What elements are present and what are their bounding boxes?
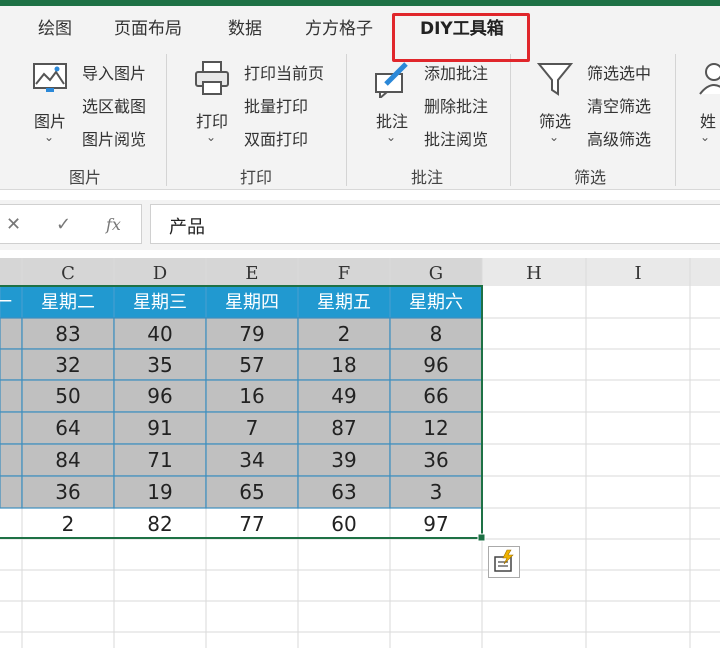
picture-browse-button[interactable]: 图片阅览 (82, 126, 146, 150)
group-divider (510, 54, 511, 186)
clear-filter-button[interactable]: 清空筛选 (587, 93, 651, 117)
duplex-print-button[interactable]: 双面打印 (244, 126, 308, 150)
chevron-down-icon: ⌄ (44, 130, 55, 144)
comment-button[interactable]: 批注 ⌄ (362, 56, 422, 148)
chevron-down-icon: ⌄ (700, 130, 711, 144)
print-button-label: 打印 (195, 112, 228, 131)
import-picture-button[interactable]: 导入图片 (82, 60, 146, 84)
chevron-down-icon: ⌄ (206, 130, 217, 144)
add-comment-button[interactable]: 添加批注 (424, 60, 488, 84)
filter-selected-button[interactable]: 筛选选中 (587, 60, 651, 84)
tab-page-layout[interactable]: 页面布局 (114, 14, 182, 39)
selection-layer (0, 285, 486, 542)
group-divider (166, 54, 167, 186)
comment-browse-button[interactable]: 批注阅览 (424, 126, 488, 150)
comment-button-label: 批注 (375, 112, 408, 131)
group-label-comment: 批注 (411, 168, 444, 187)
name-button[interactable]: 姓 ⌄ (690, 56, 720, 148)
picture-icon (33, 63, 67, 92)
group-label-picture: 图片 (69, 168, 102, 187)
cancel-icon[interactable]: ✕ (6, 214, 21, 235)
print-button[interactable]: 打印 ⌄ (182, 56, 242, 148)
ribbon-tabs: 绘图 页面布局 数据 方方格子 DIY工具箱 (0, 6, 720, 49)
tab-fangfang-gezi[interactable]: 方方格子 (305, 14, 373, 39)
group-label-print: 打印 (240, 168, 273, 187)
spreadsheet-grid[interactable]: C D E F G H I 一星期二 星期三 星期四 星期五 星期六 83 40 79 2 8 32 35 57 18 9… (0, 258, 720, 648)
filter-button-label: 筛选 (538, 112, 571, 131)
person-icon (699, 63, 720, 95)
quick-analysis-glyph (494, 549, 514, 572)
fill-handle[interactable] (477, 533, 486, 542)
chevron-down-icon: ⌄ (386, 130, 397, 144)
picture-button-label: 图片 (33, 112, 66, 131)
funnel-icon (536, 63, 574, 96)
name-button-label: 姓 (699, 112, 716, 131)
screenshot-selection-button[interactable]: 选区截图 (82, 93, 146, 117)
formula-controls: ✕ ✓ fx (0, 204, 142, 244)
confirm-icon[interactable]: ✓ (56, 214, 71, 235)
chevron-down-icon: ⌄ (549, 130, 560, 144)
tab-data[interactable]: 数据 (228, 14, 262, 39)
filter-button[interactable]: 筛选 ⌄ (525, 56, 585, 148)
advanced-filter-button[interactable]: 高级筛选 (587, 126, 651, 150)
selection-border (0, 285, 483, 539)
insert-function-icon[interactable]: fx (106, 215, 121, 234)
tab-draw[interactable]: 绘图 (38, 14, 72, 39)
delete-comment-button[interactable]: 删除批注 (424, 93, 488, 117)
ribbon-panel: 图片 ⌄ 导入图片 选区截图 图片阅览 图片 打印 ⌄ 打印当前页 批量打印 双… (0, 46, 720, 190)
comment-pen-icon (375, 62, 408, 98)
quick-analysis-icon[interactable] (488, 546, 520, 578)
picture-button[interactable]: 图片 ⌄ (20, 56, 80, 148)
group-divider (675, 54, 676, 186)
formula-content: 产品 (169, 217, 205, 238)
print-current-page-button[interactable]: 打印当前页 (244, 60, 324, 84)
group-label-filter: 筛选 (574, 168, 607, 187)
highlight-box (392, 13, 530, 62)
printer-icon (195, 61, 229, 95)
formula-bar: ✕ ✓ fx 产品 (0, 200, 720, 250)
batch-print-button[interactable]: 批量打印 (244, 93, 308, 117)
group-divider (346, 54, 347, 186)
formula-input[interactable]: 产品 (150, 204, 720, 244)
